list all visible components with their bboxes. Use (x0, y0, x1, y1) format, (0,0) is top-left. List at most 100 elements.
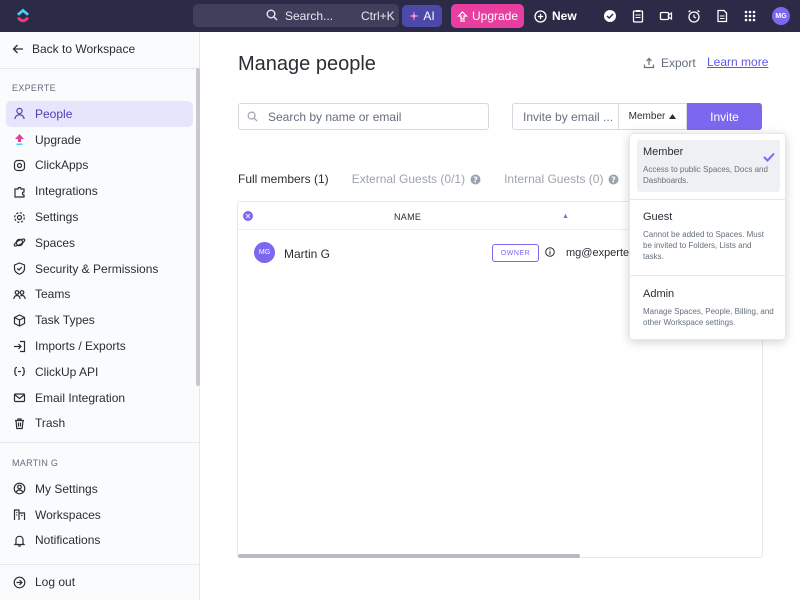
sidebar-item-workspaces[interactable]: Workspaces (6, 502, 193, 528)
logout-link[interactable]: Log out (13, 575, 75, 589)
clickapps-icon (13, 159, 26, 172)
sidebar-item-label: Email Integration (35, 390, 126, 405)
people-search-input[interactable] (268, 109, 478, 124)
role-select-value: Member (628, 111, 666, 122)
svg-text:?: ? (612, 175, 617, 184)
back-label: Back to Workspace (32, 42, 136, 56)
check-circle-icon[interactable] (602, 8, 618, 24)
role-option-description: Cannot be added to Spaces. Must be invit… (643, 230, 764, 261)
clipboard-icon[interactable] (630, 8, 646, 24)
gear-icon (13, 211, 26, 224)
sidebar-item-label: My Settings (35, 481, 98, 496)
member-name: Martin G (284, 247, 331, 261)
role-select[interactable]: Member (618, 103, 687, 130)
clickup-logo-icon[interactable] (14, 7, 32, 25)
sidebar-item-upgrade[interactable]: Upgrade (6, 127, 193, 153)
sidebar-divider (0, 442, 199, 443)
api-icon (13, 365, 26, 378)
role-option-title: Admin (643, 288, 675, 300)
upgrade-button[interactable]: Upgrade (451, 4, 524, 28)
workspaces-icon (13, 508, 26, 521)
help-icon[interactable]: ? (608, 174, 619, 185)
horizontal-scrollbar[interactable] (238, 554, 580, 558)
apps-grid-icon[interactable] (742, 8, 758, 24)
ai-label: AI (423, 9, 435, 23)
sidebar-item-integrations[interactable]: Integrations (6, 178, 193, 204)
sidebar-item-clickup-api[interactable]: ClickUp API (6, 359, 193, 385)
member-avatar: MG (254, 242, 275, 263)
sidebar-item-email-integration[interactable]: Email Integration (6, 385, 193, 411)
sidebar-item-people[interactable]: People (6, 101, 193, 127)
global-search[interactable]: Search... Ctrl+K (193, 4, 399, 27)
sidebar-item-my-settings[interactable]: My Settings (6, 476, 193, 502)
learn-more-link[interactable]: Learn more (707, 55, 768, 69)
document-icon[interactable] (714, 8, 730, 24)
sidebar-item-notifications[interactable]: Notifications (6, 528, 193, 554)
dropdown-divider (630, 275, 787, 276)
info-icon[interactable] (545, 247, 555, 257)
invite-button[interactable]: Invite (687, 103, 762, 130)
sidebar-item-imports-exports[interactable]: Imports / Exports (6, 333, 193, 359)
workspace-settings-list: People Upgrade ClickApps Integrations Settin… (6, 101, 193, 436)
sparkle-icon (409, 10, 420, 22)
svg-text:?: ? (473, 175, 478, 184)
people-search (238, 103, 489, 130)
person-icon (13, 107, 26, 120)
search-icon (266, 9, 278, 21)
bell-icon (13, 534, 26, 547)
role-option-member[interactable]: Member Access to public Spaces, Docs and… (630, 140, 787, 192)
role-option-guest[interactable]: Guest Cannot be added to Spaces. Must be… (630, 205, 787, 268)
sidebar-item-clickapps[interactable]: ClickApps (6, 153, 193, 179)
tab-internal-guests[interactable]: Internal Guests (0) ? (504, 172, 619, 186)
role-option-admin[interactable]: Admin Manage Spaces, People, Billing, an… (630, 282, 787, 334)
help-icon[interactable]: ? (470, 174, 481, 185)
ai-button[interactable]: AI (402, 5, 442, 27)
export-icon (643, 57, 655, 69)
sidebar-item-label: Notifications (35, 533, 101, 548)
search-icon (247, 111, 258, 122)
sidebar-item-teams[interactable]: Teams (6, 282, 193, 308)
sidebar-item-label: Imports / Exports (35, 339, 126, 354)
sidebar-item-label: Upgrade (35, 132, 82, 147)
tab-external-guests[interactable]: External Guests (0/1) ? (352, 172, 481, 186)
alarm-clock-icon[interactable] (686, 8, 702, 24)
sidebar-item-spaces[interactable]: Spaces (6, 230, 193, 256)
sort-ascending-icon[interactable]: ▲ (562, 213, 569, 220)
sidebar-item-label: ClickApps (35, 158, 89, 173)
clear-selection-icon[interactable]: ✕ (243, 211, 253, 221)
shield-icon (13, 262, 26, 275)
role-badge[interactable]: OWNER (492, 244, 539, 262)
tab-full-members[interactable]: Full members (1) (238, 172, 329, 186)
user-circle-icon (13, 482, 26, 495)
cube-icon (13, 314, 26, 327)
sidebar-divider (0, 68, 199, 69)
sidebar-scrollbar[interactable] (196, 68, 200, 386)
mail-icon (13, 391, 26, 404)
sidebar-item-task-types[interactable]: Task Types (6, 307, 193, 333)
sidebar-item-label: Trash (35, 416, 66, 431)
name-column-header[interactable]: NAME (394, 212, 421, 222)
sidebar-item-label: Task Types (35, 313, 95, 328)
caret-up-icon (669, 114, 677, 119)
invite-email-input[interactable] (523, 109, 615, 124)
sidebar-item-security-permissions[interactable]: Security & Permissions (6, 256, 193, 282)
export-label: Export (661, 56, 696, 70)
checkmark-icon (763, 152, 775, 162)
invite-email-field (512, 103, 618, 130)
video-icon[interactable] (658, 8, 674, 24)
sidebar-item-settings[interactable]: Settings (6, 204, 193, 230)
new-button[interactable]: New (534, 6, 577, 26)
role-option-description: Manage Spaces, People, Billing, and othe… (643, 307, 774, 327)
tab-label: Internal Guests (0) (504, 172, 604, 186)
tab-label: External Guests (0/1) (351, 172, 466, 186)
sidebar-item-trash[interactable]: Trash (6, 411, 193, 437)
sidebar-item-label: Workspaces (35, 507, 101, 522)
spaces-icon (13, 236, 26, 249)
sidebar-divider (0, 564, 199, 565)
user-avatar[interactable]: MG (772, 7, 790, 25)
member-tabs: Full members (1) External Guests (0/1) ?… (238, 172, 619, 186)
search-shortcut: Ctrl+K (361, 9, 395, 23)
export-button[interactable]: Export (643, 56, 696, 70)
tab-label: Full members (1) (238, 172, 329, 186)
back-to-workspace-link[interactable]: Back to Workspace (12, 42, 135, 56)
